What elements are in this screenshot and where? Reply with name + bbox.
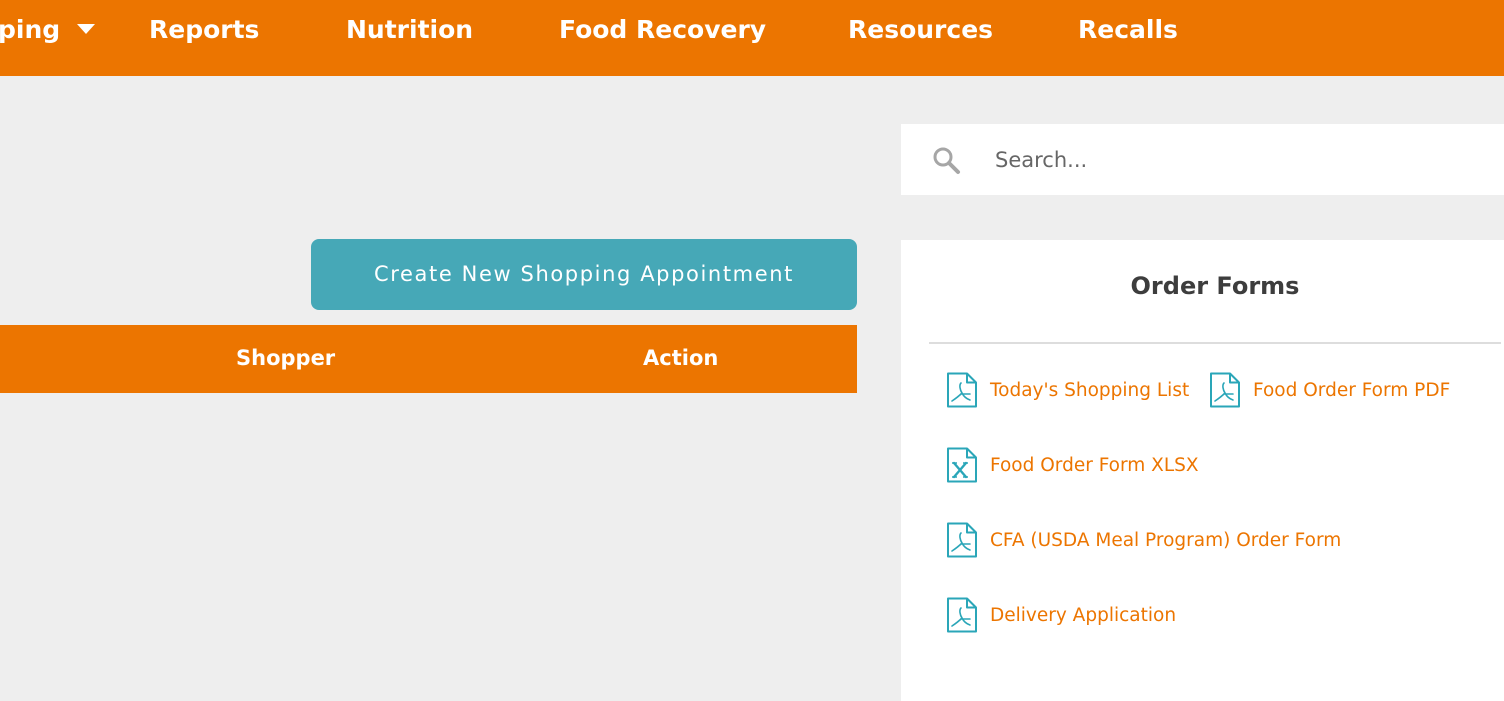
nav-item-recalls[interactable]: Recalls (1078, 0, 1178, 60)
link-label: Today's Shopping List (990, 379, 1190, 401)
divider (929, 342, 1501, 344)
link-label: Food Order Form PDF (1253, 379, 1451, 401)
panel-title: Order Forms (1130, 272, 1300, 300)
create-shopping-appointment-button[interactable]: Create New Shopping Appointment (311, 239, 857, 310)
link-todays-shopping-list[interactable]: Today's Shopping List (946, 370, 1189, 410)
top-navigation: ping Reports Nutrition Food Recovery Res… (0, 0, 1504, 76)
order-forms-panel: Order Forms Today's Shopping List Food O… (901, 240, 1504, 701)
pdf-file-icon (1210, 372, 1240, 408)
link-label: Delivery Application (990, 604, 1177, 626)
nav-item-resources[interactable]: Resources (848, 0, 993, 60)
link-cfa-order-form[interactable]: CFA (USDA Meal Program) Order Form (946, 520, 1341, 560)
pdf-file-icon (947, 597, 977, 633)
link-food-order-form-xlsx[interactable]: Food Order Form XLSX (946, 445, 1199, 485)
pdf-file-icon (947, 522, 977, 558)
nav-item-label: ping (0, 15, 61, 44)
search-box (901, 124, 1504, 195)
column-header-shopper: Shopper (236, 346, 336, 370)
nav-item-shopping[interactable]: ping (0, 0, 95, 60)
appointments-table-header: Shopper Action (0, 325, 857, 393)
search-input[interactable] (995, 142, 1475, 178)
column-header-action: Action (643, 346, 719, 370)
search-icon (931, 145, 961, 179)
link-label: CFA (USDA Meal Program) Order Form (990, 529, 1342, 551)
pdf-file-icon (947, 372, 977, 408)
link-label: Food Order Form XLSX (990, 454, 1199, 476)
nav-item-nutrition[interactable]: Nutrition (346, 0, 473, 60)
nav-item-food-recovery[interactable]: Food Recovery (559, 0, 766, 60)
xlsx-file-icon (947, 447, 977, 483)
nav-item-reports[interactable]: Reports (149, 0, 259, 60)
link-delivery-application[interactable]: Delivery Application (946, 595, 1176, 635)
link-food-order-form-pdf[interactable]: Food Order Form PDF (1209, 370, 1450, 410)
caret-down-icon (77, 24, 95, 34)
